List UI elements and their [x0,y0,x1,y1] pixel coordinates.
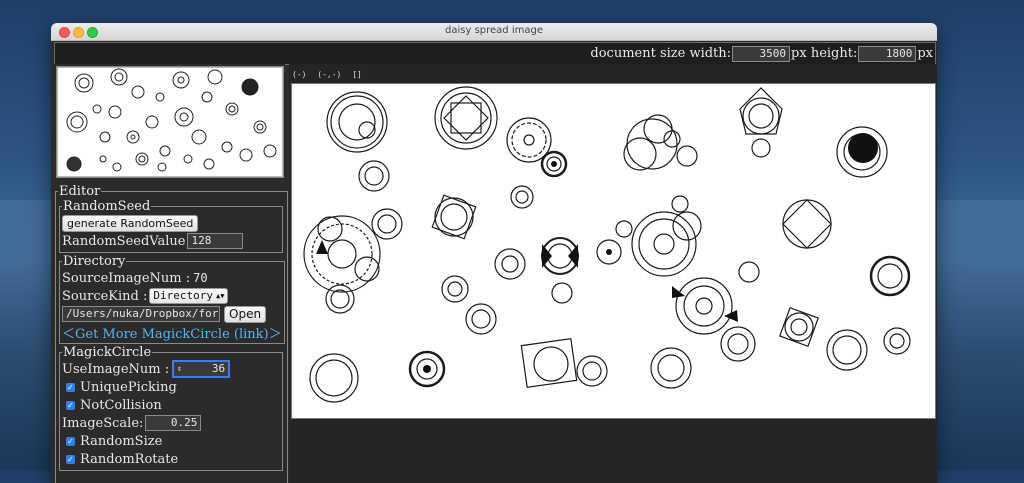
source-kind-select[interactable]: Directory ▲▼ [149,288,229,304]
not-collision-label: NotCollision [80,397,162,413]
source-kind-label: SourceKind : [62,288,148,304]
generate-random-seed-button[interactable]: generate RandomSeed [62,214,199,232]
document-size-bar: document size width: 3500 px height: 180… [54,42,936,65]
random-size-label: RandomSize [80,433,163,449]
stepper-arrows-icon: ▲▼ [215,292,225,300]
height-label: px height: [791,46,858,61]
magick-circle-legend: MagickCircle [63,345,152,360]
use-image-num-label: UseImageNum : [62,361,170,377]
fit-button[interactable]: [] [352,70,362,79]
app-window: daisy spread image document size width: … [51,23,937,483]
open-button[interactable]: Open [224,305,267,323]
magick-circle-canvas-image [303,86,911,403]
get-more-magick-circle-link[interactable]: ＜Get More MagickCircle (link)＞ [62,323,282,342]
document-canvas[interactable] [291,83,936,419]
use-image-num-input[interactable]: ⇕ 36 [172,360,231,378]
source-image-num-value: 70 [193,271,208,285]
random-seed-value-label: RandomSeedValue [62,233,186,249]
stepper-icon[interactable]: ⇕ [177,362,182,376]
source-image-num-label: SourceImageNum : [62,270,191,286]
random-seed-legend: RandomSeed [63,199,151,214]
random-size-checkbox[interactable]: ✓ [66,436,75,446]
editor-panel: Editor RandomSeed generate RandomSeed Ra… [55,184,288,483]
random-rotate-checkbox[interactable]: ✓ [66,454,75,464]
use-image-num-value: 36 [211,362,226,375]
height-input[interactable]: 1800 [858,45,917,62]
zoom-reset-button[interactable]: (-,-) [317,70,341,79]
random-seed-group: RandomSeed generate RandomSeed RandomSee… [59,199,283,253]
not-collision-checkbox[interactable]: ✓ [66,400,75,410]
width-input[interactable]: 3500 [732,45,791,62]
unit-label: px [917,46,933,61]
directory-path-input[interactable]: /Users/nuka/Dropbox/for [62,306,220,322]
preview-thumbnail[interactable] [56,66,284,178]
preview-thumbnail-image [57,67,283,177]
source-kind-selected: Directory [153,289,213,302]
width-label: document size width: [590,46,732,61]
unique-picking-checkbox[interactable]: ✓ [66,382,75,392]
unique-picking-label: UniquePicking [80,379,177,395]
title-bar: daisy spread image [51,23,937,41]
random-seed-value-input[interactable]: 128 [187,233,244,249]
random-rotate-label: RandomRotate [80,451,179,467]
editor-legend: Editor [59,184,101,199]
magick-circle-group: MagickCircle UseImageNum : ⇕ 36 ✓ Unique… [59,345,283,471]
directory-group: Directory SourceImageNum : 70 SourceKind… [59,254,285,344]
canvas-area: (-) (-,-) [] [289,64,937,483]
left-panel: Editor RandomSeed generate RandomSeed Ra… [54,64,288,483]
image-scale-input[interactable]: 0.25 [145,415,202,431]
directory-legend: Directory [63,254,126,269]
canvas-controls: (-) (-,-) [] [292,70,368,79]
zoom-out-button[interactable]: (-) [292,70,306,79]
window-title: daisy spread image [445,25,543,36]
image-scale-label: ImageScale: [62,415,144,431]
